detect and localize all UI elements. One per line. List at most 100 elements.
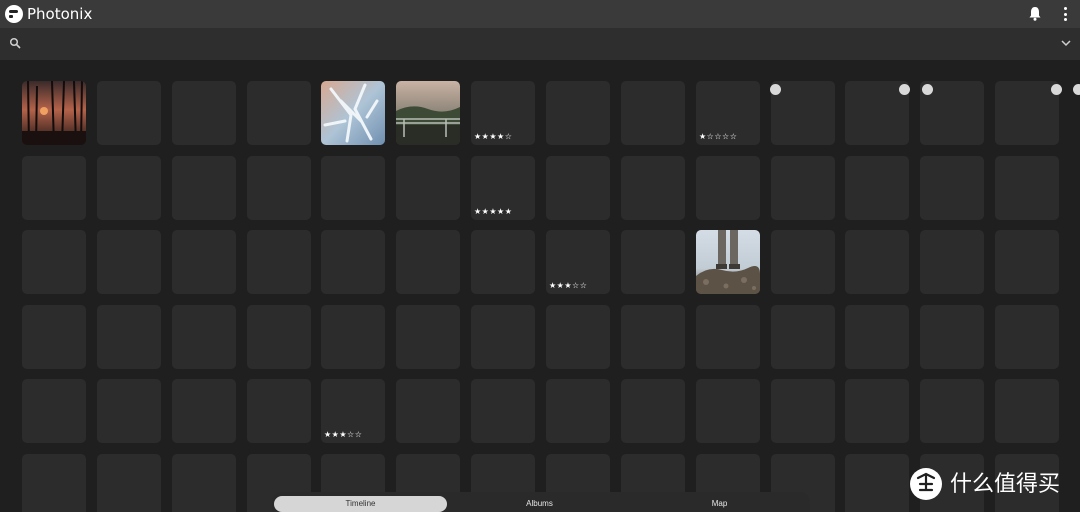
photo-placeholder[interactable] bbox=[97, 305, 161, 369]
photo-placeholder[interactable] bbox=[621, 379, 685, 443]
photo-placeholder[interactable]: ★★★☆☆ bbox=[546, 230, 610, 294]
photo-placeholder[interactable] bbox=[471, 379, 535, 443]
photo-placeholder[interactable] bbox=[97, 454, 161, 512]
photo-placeholder[interactable] bbox=[771, 305, 835, 369]
photo-placeholder[interactable] bbox=[97, 230, 161, 294]
photo-placeholder[interactable] bbox=[172, 230, 236, 294]
photo-placeholder[interactable] bbox=[920, 379, 984, 443]
photo-thumbnail-frosted-branches[interactable] bbox=[321, 81, 385, 145]
photo-placeholder[interactable] bbox=[396, 156, 460, 220]
photo-placeholder[interactable] bbox=[995, 230, 1059, 294]
star-rating: ★★★★★ bbox=[474, 207, 513, 216]
top-bar: Photonix bbox=[0, 0, 1080, 28]
photo-placeholder[interactable] bbox=[172, 81, 236, 145]
photo-image bbox=[321, 81, 385, 145]
tab-timeline[interactable]: Timeline bbox=[274, 496, 447, 512]
photo-placeholder[interactable] bbox=[845, 305, 909, 369]
photo-placeholder[interactable] bbox=[22, 454, 86, 512]
photo-placeholder[interactable] bbox=[396, 230, 460, 294]
photo-placeholder[interactable] bbox=[396, 305, 460, 369]
photo-placeholder[interactable] bbox=[995, 305, 1059, 369]
tab-map[interactable]: Map bbox=[632, 496, 807, 512]
search-icon bbox=[9, 37, 21, 49]
select-dot[interactable] bbox=[1073, 84, 1080, 95]
photo-placeholder[interactable] bbox=[172, 305, 236, 369]
select-dot[interactable] bbox=[770, 84, 781, 95]
photo-thumbnail-misty-lake-railing[interactable] bbox=[396, 81, 460, 145]
photo-placeholder[interactable] bbox=[321, 156, 385, 220]
photo-image bbox=[396, 81, 460, 145]
photo-thumbnail-feet-on-rocks[interactable] bbox=[696, 230, 760, 294]
search-bar bbox=[0, 28, 1080, 60]
select-dot[interactable] bbox=[1051, 84, 1062, 95]
photo-placeholder[interactable] bbox=[22, 230, 86, 294]
photo-placeholder[interactable] bbox=[621, 305, 685, 369]
photo-placeholder[interactable]: ★★★☆☆ bbox=[321, 379, 385, 443]
photo-placeholder[interactable] bbox=[995, 379, 1059, 443]
photo-placeholder[interactable] bbox=[696, 156, 760, 220]
photo-placeholder[interactable] bbox=[321, 305, 385, 369]
photo-placeholder[interactable] bbox=[995, 81, 1059, 145]
photo-placeholder[interactable]: ★★★★☆ bbox=[471, 81, 535, 145]
star-rating: ★★★☆☆ bbox=[324, 430, 363, 439]
photo-placeholder[interactable] bbox=[247, 379, 311, 443]
photo-placeholder[interactable] bbox=[22, 156, 86, 220]
app-title: Photonix bbox=[27, 5, 93, 23]
photo-placeholder[interactable] bbox=[845, 379, 909, 443]
photo-placeholder[interactable] bbox=[920, 230, 984, 294]
photo-placeholder[interactable] bbox=[696, 305, 760, 369]
photo-placeholder[interactable] bbox=[321, 230, 385, 294]
photo-placeholder[interactable] bbox=[172, 156, 236, 220]
photo-placeholder[interactable] bbox=[920, 305, 984, 369]
chevron-down-icon[interactable] bbox=[1060, 38, 1072, 48]
photo-placeholder[interactable] bbox=[172, 379, 236, 443]
photo-placeholder[interactable] bbox=[247, 156, 311, 220]
photo-placeholder[interactable] bbox=[621, 156, 685, 220]
photo-placeholder[interactable]: ★☆☆☆☆ bbox=[696, 81, 760, 145]
photo-thumbnail-sunset-forest[interactable] bbox=[22, 81, 86, 145]
photo-placeholder[interactable] bbox=[97, 156, 161, 220]
photo-placeholder[interactable] bbox=[546, 305, 610, 369]
photo-placeholder[interactable] bbox=[247, 81, 311, 145]
select-dot[interactable] bbox=[922, 84, 933, 95]
photonix-logo-icon[interactable] bbox=[5, 5, 23, 23]
photo-placeholder[interactable] bbox=[621, 230, 685, 294]
photo-placeholder[interactable] bbox=[97, 81, 161, 145]
photo-placeholder[interactable] bbox=[22, 379, 86, 443]
watermark-logo-icon bbox=[910, 468, 942, 500]
photo-placeholder[interactable] bbox=[771, 156, 835, 220]
photo-placeholder[interactable] bbox=[97, 379, 161, 443]
more-options-icon[interactable] bbox=[1058, 5, 1072, 23]
photo-placeholder[interactable] bbox=[995, 156, 1059, 220]
photo-grid: ★★★★☆ ★☆☆☆☆ ★★★★★ ★★★☆☆ ★★★☆☆ bbox=[0, 60, 1080, 512]
photo-placeholder[interactable] bbox=[247, 305, 311, 369]
notifications-bell-icon[interactable] bbox=[1028, 6, 1042, 21]
photo-placeholder[interactable] bbox=[845, 454, 909, 512]
photo-placeholder[interactable] bbox=[621, 81, 685, 145]
photo-placeholder[interactable] bbox=[771, 379, 835, 443]
star-rating: ★★★☆☆ bbox=[549, 281, 588, 290]
photo-placeholder[interactable] bbox=[771, 230, 835, 294]
bottom-tab-bar: Timeline Albums Map bbox=[272, 492, 810, 512]
photo-placeholder[interactable] bbox=[247, 230, 311, 294]
photo-placeholder[interactable] bbox=[546, 81, 610, 145]
photo-placeholder[interactable] bbox=[920, 156, 984, 220]
photo-placeholder[interactable] bbox=[396, 379, 460, 443]
photo-placeholder[interactable] bbox=[471, 305, 535, 369]
photo-placeholder[interactable] bbox=[845, 230, 909, 294]
tab-albums[interactable]: Albums bbox=[452, 496, 627, 512]
photo-placeholder[interactable] bbox=[546, 379, 610, 443]
photo-placeholder[interactable] bbox=[546, 156, 610, 220]
search-input[interactable] bbox=[30, 34, 1050, 54]
photo-placeholder[interactable] bbox=[172, 454, 236, 512]
photo-placeholder[interactable] bbox=[22, 305, 86, 369]
photo-placeholder[interactable]: ★★★★★ bbox=[471, 156, 535, 220]
photo-image bbox=[696, 230, 760, 294]
star-rating: ★☆☆☆☆ bbox=[699, 132, 738, 141]
photo-placeholder[interactable] bbox=[471, 230, 535, 294]
photo-placeholder[interactable] bbox=[845, 156, 909, 220]
star-rating: ★★★★☆ bbox=[474, 132, 513, 141]
photo-image bbox=[22, 81, 86, 145]
photo-placeholder[interactable] bbox=[696, 379, 760, 443]
select-dot[interactable] bbox=[899, 84, 910, 95]
